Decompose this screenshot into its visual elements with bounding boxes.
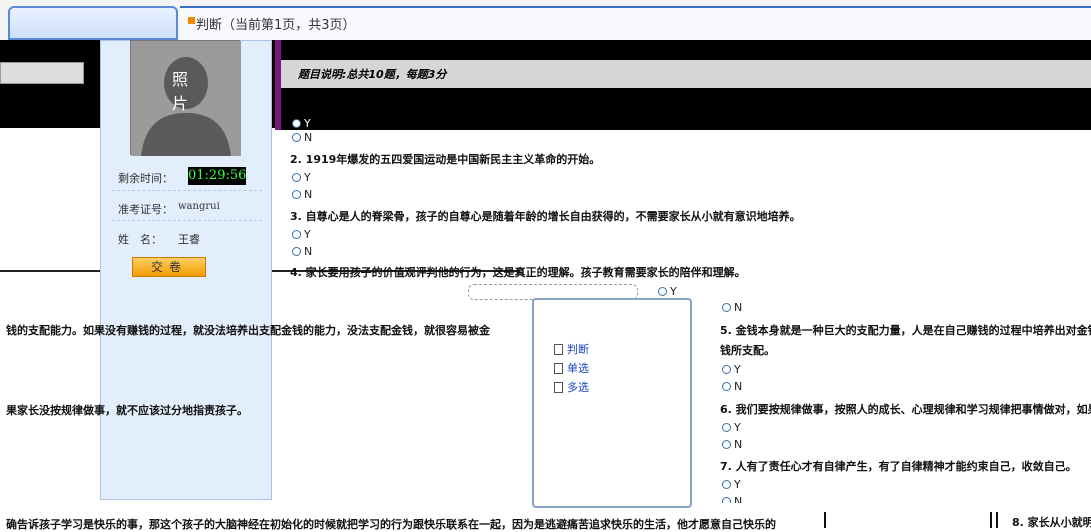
option-y-top[interactable]: Y [658,285,677,298]
radio-icon[interactable] [292,119,301,128]
option-label: Y [734,421,741,434]
q1-option-n[interactable]: N [292,131,312,144]
option-label: Y [734,363,741,376]
question-8: 8. 家长从小就明 [1012,516,1091,529]
artifact-input [0,62,84,84]
section-description: 题目说明:总共10题，每题3分 [298,68,447,81]
option-label: N [734,438,743,451]
tree-item-label: 多选 [567,381,589,394]
option-label: Y [304,228,311,241]
tab-title[interactable]: 判断（当前第1页，共3页） [196,14,356,33]
option-label: Y [304,171,311,184]
radio-icon[interactable] [722,423,731,432]
option-label: N [304,188,313,201]
submit-button[interactable]: 交卷 [132,257,206,277]
q1-option-y[interactable]: Y [292,117,311,130]
option-label: N [734,380,743,393]
radio-icon[interactable] [722,382,731,391]
question-7: 7. 人有了责任心才有自律产生，有了自律精神才能约束自己，收敛自己。 [720,460,1077,473]
document-icon [554,363,563,374]
radio-icon[interactable] [292,247,301,256]
remaining-time-label: 剩余时间： [118,172,173,185]
document-icon [554,382,563,393]
q3-option-n[interactable]: N [292,245,312,258]
q6-option-y[interactable]: Y [722,421,741,434]
q2-option-n[interactable]: N [292,188,312,201]
question-2: 2. 1919年爆发的五四爱国运动是中国新民主主义革命的开始。 [290,153,601,166]
question-1-obscured [281,90,1091,130]
q2-option-y[interactable]: Y [292,171,311,184]
text-fragment: 钱的支配能力。如果没有赚钱的过程，就没法培养出支配金钱的能力，没法支配金钱，就很… [6,324,490,337]
radio-icon[interactable] [722,303,731,312]
name-label: 姓 名： [118,233,162,246]
radio-icon[interactable] [292,173,301,182]
radio-icon[interactable] [722,480,731,489]
option-label: Y [734,478,741,491]
q4-option-n[interactable]: N [722,301,742,314]
artifact-bar [824,512,826,528]
question-6: 6. 我们要按规律做事，按照人的成长、心理规律和学习规律把事情做对，如果 [720,403,1091,416]
artifact-bar [996,512,998,528]
photo-label: 照片 [171,70,188,113]
radio-icon[interactable] [658,287,667,296]
option-label: N [304,131,313,144]
left-blank [0,128,100,270]
radio-icon[interactable] [722,440,731,449]
question-5: 5. 金钱本身就是一种巨大的支配力量，人是在自己赚钱的过程中培养出对金钱 [720,324,1091,337]
option-label: Y [304,117,311,130]
ticket-label: 准考证号： [118,203,173,216]
separator [112,220,262,221]
q3-option-y[interactable]: Y [292,228,311,241]
radio-icon[interactable] [722,497,731,503]
tree-item-label: 判断 [567,343,589,356]
name-value: 王睿 [178,233,200,246]
question-5-cont: 钱所支配。 [720,344,775,357]
question-4: 4. 家长要用孩子的价值观评判他的行为，这是真正的理解。孩子教育需要家长的陪伴和… [290,266,746,279]
radio-icon[interactable] [722,365,731,374]
tree-item-multi[interactable]: 多选 [554,379,589,395]
tree-item-single[interactable]: 单选 [554,360,589,376]
question-3: 3. 自尊心是人的脊梁骨，孩子的自尊心是随着年龄的增长自由获得的，不需要家长从小… [290,210,801,223]
tree-item-judge[interactable]: 判断 [554,341,589,357]
text-fragment: 确告诉孩子学习是快乐的事，那这个孩子的大脑神经在初始化的时候就把学习的行为跟快乐… [6,518,776,531]
ticket-value: wangrui [178,201,220,212]
tree-item-label: 单选 [567,362,589,375]
tab-marker-icon [188,17,195,24]
radio-icon[interactable] [292,133,301,142]
option-label: Y [670,285,677,298]
option-label: N [304,245,313,258]
q7-option-y[interactable]: Y [722,478,741,491]
q5-option-y[interactable]: Y [722,363,741,376]
left-tab[interactable] [8,6,178,40]
option-label: N [734,301,743,314]
q5-option-n[interactable]: N [722,380,742,393]
q7-option-n[interactable]: N [722,495,742,503]
separator [112,190,262,191]
text-fragment: 果家长没按规律做事，就不应该过分地指责孩子。 [6,404,248,417]
question-type-tree [532,298,692,508]
radio-icon[interactable] [292,230,301,239]
document-icon [554,344,563,355]
q6-option-n[interactable]: N [722,438,742,451]
radio-icon[interactable] [292,190,301,199]
countdown-timer: 01:29:56 [188,167,247,185]
option-label: N [734,495,743,503]
artifact-bar [990,512,992,528]
